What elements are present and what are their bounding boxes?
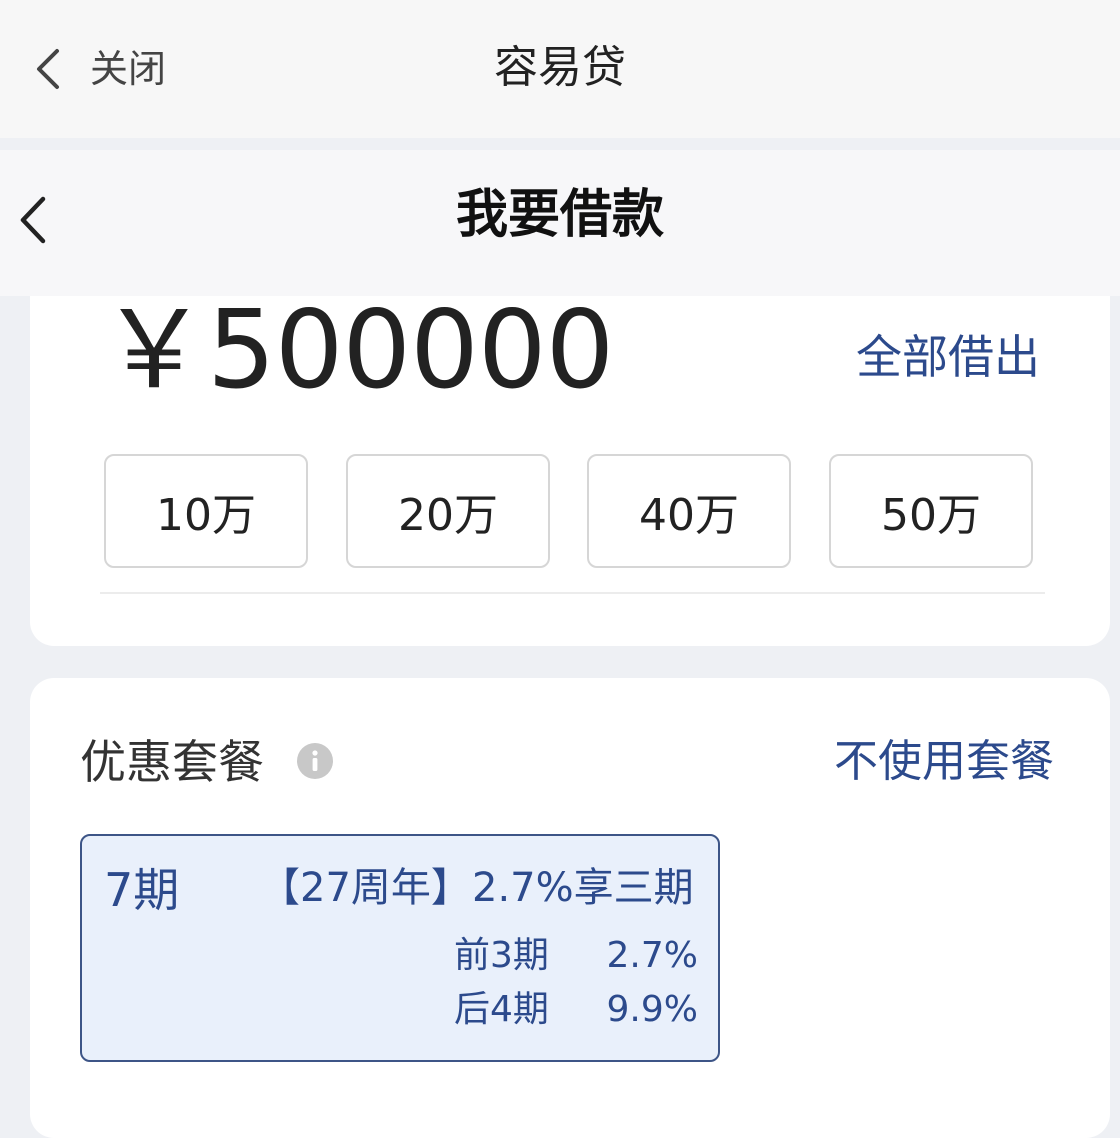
- package-title: 优惠套餐: [80, 735, 264, 789]
- option-promo: 2.7%享三期: [472, 865, 694, 911]
- amount-card: ￥500000 全部借出 10万 20万 40万 50万: [30, 296, 1110, 646]
- quick-amount-20w-button[interactable]: 20万: [346, 454, 550, 568]
- quick-amount-40w-button[interactable]: 40万: [587, 454, 791, 568]
- rate-line-value: 2.7%: [606, 935, 698, 976]
- info-icon[interactable]: [296, 742, 334, 780]
- quick-amount-options: 10万 20万 40万 50万: [104, 454, 1034, 568]
- container-top-bar: 关闭 容易贷: [0, 0, 1120, 138]
- rate-line-value: 9.9%: [606, 989, 698, 1030]
- option-period: 7期: [104, 863, 180, 917]
- divider: [100, 592, 1045, 594]
- quick-amount-50w-button[interactable]: 50万: [829, 454, 1033, 568]
- quick-amount-10w-button[interactable]: 10万: [104, 454, 308, 568]
- rate-line-label: 前3期: [454, 935, 549, 976]
- page-header: 我要借款: [0, 150, 1120, 296]
- no-package-button[interactable]: 不使用套餐: [834, 730, 1054, 794]
- loan-amount-input[interactable]: ￥500000: [100, 296, 614, 406]
- package-card: 优惠套餐 不使用套餐 7期 【27周年】 2.7%享三期 前3期 2.7% 后4…: [30, 678, 1110, 1138]
- option-tag: 【27周年】: [260, 865, 471, 911]
- app-title: 容易贷: [494, 42, 626, 93]
- borrow-all-button[interactable]: 全部借出: [856, 324, 1040, 390]
- package-option-7-period[interactable]: 7期 【27周年】 2.7%享三期 前3期 2.7% 后4期 9.9%: [80, 834, 720, 1062]
- page-title: 我要借款: [455, 185, 664, 245]
- rate-line-label: 后4期: [454, 989, 549, 1030]
